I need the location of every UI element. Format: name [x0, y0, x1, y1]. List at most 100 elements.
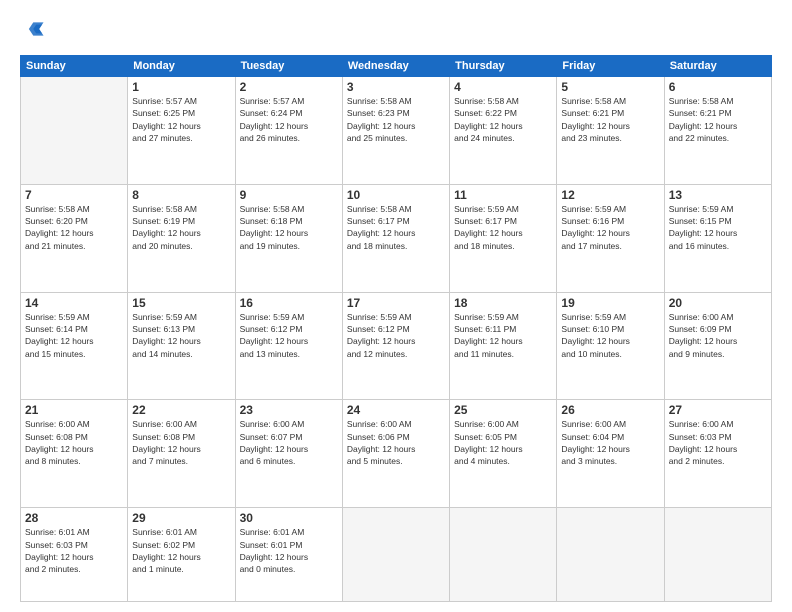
calendar-cell [342, 508, 449, 602]
day-info: Sunrise: 5:59 AM Sunset: 6:14 PM Dayligh… [25, 311, 123, 360]
calendar-cell: 3Sunrise: 5:58 AM Sunset: 6:23 PM Daylig… [342, 77, 449, 185]
day-number: 3 [347, 80, 445, 94]
calendar-week-1: 1Sunrise: 5:57 AM Sunset: 6:25 PM Daylig… [21, 77, 772, 185]
day-info: Sunrise: 6:00 AM Sunset: 6:03 PM Dayligh… [669, 418, 767, 467]
calendar-cell: 21Sunrise: 6:00 AM Sunset: 6:08 PM Dayli… [21, 400, 128, 508]
day-info: Sunrise: 5:57 AM Sunset: 6:25 PM Dayligh… [132, 95, 230, 144]
calendar-cell: 26Sunrise: 6:00 AM Sunset: 6:04 PM Dayli… [557, 400, 664, 508]
day-number: 26 [561, 403, 659, 417]
day-number: 9 [240, 188, 338, 202]
calendar-cell: 13Sunrise: 5:59 AM Sunset: 6:15 PM Dayli… [664, 184, 771, 292]
day-number: 29 [132, 511, 230, 525]
calendar-cell: 11Sunrise: 5:59 AM Sunset: 6:17 PM Dayli… [450, 184, 557, 292]
col-header-friday: Friday [557, 56, 664, 77]
day-number: 13 [669, 188, 767, 202]
day-number: 22 [132, 403, 230, 417]
day-number: 4 [454, 80, 552, 94]
day-number: 24 [347, 403, 445, 417]
calendar-cell [21, 77, 128, 185]
col-header-sunday: Sunday [21, 56, 128, 77]
calendar-cell: 5Sunrise: 5:58 AM Sunset: 6:21 PM Daylig… [557, 77, 664, 185]
calendar-week-2: 7Sunrise: 5:58 AM Sunset: 6:20 PM Daylig… [21, 184, 772, 292]
day-number: 17 [347, 296, 445, 310]
day-number: 8 [132, 188, 230, 202]
day-number: 1 [132, 80, 230, 94]
calendar-cell: 27Sunrise: 6:00 AM Sunset: 6:03 PM Dayli… [664, 400, 771, 508]
day-number: 2 [240, 80, 338, 94]
day-info: Sunrise: 6:00 AM Sunset: 6:07 PM Dayligh… [240, 418, 338, 467]
day-number: 12 [561, 188, 659, 202]
day-number: 23 [240, 403, 338, 417]
calendar-cell: 14Sunrise: 5:59 AM Sunset: 6:14 PM Dayli… [21, 292, 128, 400]
calendar-cell: 7Sunrise: 5:58 AM Sunset: 6:20 PM Daylig… [21, 184, 128, 292]
calendar-cell: 24Sunrise: 6:00 AM Sunset: 6:06 PM Dayli… [342, 400, 449, 508]
day-info: Sunrise: 5:59 AM Sunset: 6:11 PM Dayligh… [454, 311, 552, 360]
day-info: Sunrise: 5:57 AM Sunset: 6:24 PM Dayligh… [240, 95, 338, 144]
calendar-cell: 29Sunrise: 6:01 AM Sunset: 6:02 PM Dayli… [128, 508, 235, 602]
day-number: 6 [669, 80, 767, 94]
day-number: 15 [132, 296, 230, 310]
calendar-table: SundayMondayTuesdayWednesdayThursdayFrid… [20, 55, 772, 602]
logo [20, 18, 47, 45]
calendar-cell: 10Sunrise: 5:58 AM Sunset: 6:17 PM Dayli… [342, 184, 449, 292]
day-info: Sunrise: 5:58 AM Sunset: 6:19 PM Dayligh… [132, 203, 230, 252]
col-header-wednesday: Wednesday [342, 56, 449, 77]
calendar-cell: 22Sunrise: 6:00 AM Sunset: 6:08 PM Dayli… [128, 400, 235, 508]
day-info: Sunrise: 6:00 AM Sunset: 6:04 PM Dayligh… [561, 418, 659, 467]
day-number: 20 [669, 296, 767, 310]
day-number: 14 [25, 296, 123, 310]
day-info: Sunrise: 5:59 AM Sunset: 6:15 PM Dayligh… [669, 203, 767, 252]
day-info: Sunrise: 6:01 AM Sunset: 6:01 PM Dayligh… [240, 526, 338, 575]
day-info: Sunrise: 5:59 AM Sunset: 6:13 PM Dayligh… [132, 311, 230, 360]
day-number: 11 [454, 188, 552, 202]
day-info: Sunrise: 5:59 AM Sunset: 6:12 PM Dayligh… [240, 311, 338, 360]
day-info: Sunrise: 6:00 AM Sunset: 6:08 PM Dayligh… [25, 418, 123, 467]
calendar-cell: 4Sunrise: 5:58 AM Sunset: 6:22 PM Daylig… [450, 77, 557, 185]
day-info: Sunrise: 5:58 AM Sunset: 6:21 PM Dayligh… [561, 95, 659, 144]
calendar-header-row: SundayMondayTuesdayWednesdayThursdayFrid… [21, 56, 772, 77]
day-number: 30 [240, 511, 338, 525]
day-number: 27 [669, 403, 767, 417]
calendar-cell: 9Sunrise: 5:58 AM Sunset: 6:18 PM Daylig… [235, 184, 342, 292]
day-number: 19 [561, 296, 659, 310]
col-header-thursday: Thursday [450, 56, 557, 77]
day-number: 21 [25, 403, 123, 417]
day-info: Sunrise: 5:59 AM Sunset: 6:17 PM Dayligh… [454, 203, 552, 252]
day-info: Sunrise: 6:00 AM Sunset: 6:09 PM Dayligh… [669, 311, 767, 360]
calendar-cell [557, 508, 664, 602]
day-number: 25 [454, 403, 552, 417]
calendar-week-3: 14Sunrise: 5:59 AM Sunset: 6:14 PM Dayli… [21, 292, 772, 400]
day-number: 7 [25, 188, 123, 202]
calendar-cell: 15Sunrise: 5:59 AM Sunset: 6:13 PM Dayli… [128, 292, 235, 400]
day-info: Sunrise: 5:59 AM Sunset: 6:12 PM Dayligh… [347, 311, 445, 360]
day-info: Sunrise: 6:00 AM Sunset: 6:05 PM Dayligh… [454, 418, 552, 467]
day-number: 10 [347, 188, 445, 202]
day-info: Sunrise: 5:58 AM Sunset: 6:18 PM Dayligh… [240, 203, 338, 252]
calendar-week-5: 28Sunrise: 6:01 AM Sunset: 6:03 PM Dayli… [21, 508, 772, 602]
calendar-cell: 16Sunrise: 5:59 AM Sunset: 6:12 PM Dayli… [235, 292, 342, 400]
calendar-cell [664, 508, 771, 602]
calendar-cell: 25Sunrise: 6:00 AM Sunset: 6:05 PM Dayli… [450, 400, 557, 508]
day-info: Sunrise: 5:59 AM Sunset: 6:16 PM Dayligh… [561, 203, 659, 252]
day-info: Sunrise: 6:01 AM Sunset: 6:02 PM Dayligh… [132, 526, 230, 575]
day-number: 28 [25, 511, 123, 525]
calendar-cell: 8Sunrise: 5:58 AM Sunset: 6:19 PM Daylig… [128, 184, 235, 292]
day-number: 5 [561, 80, 659, 94]
day-info: Sunrise: 5:59 AM Sunset: 6:10 PM Dayligh… [561, 311, 659, 360]
day-info: Sunrise: 5:58 AM Sunset: 6:22 PM Dayligh… [454, 95, 552, 144]
calendar-page: SundayMondayTuesdayWednesdayThursdayFrid… [0, 0, 792, 612]
day-info: Sunrise: 6:01 AM Sunset: 6:03 PM Dayligh… [25, 526, 123, 575]
calendar-cell: 6Sunrise: 5:58 AM Sunset: 6:21 PM Daylig… [664, 77, 771, 185]
day-info: Sunrise: 5:58 AM Sunset: 6:21 PM Dayligh… [669, 95, 767, 144]
calendar-cell: 23Sunrise: 6:00 AM Sunset: 6:07 PM Dayli… [235, 400, 342, 508]
calendar-cell: 30Sunrise: 6:01 AM Sunset: 6:01 PM Dayli… [235, 508, 342, 602]
day-info: Sunrise: 5:58 AM Sunset: 6:17 PM Dayligh… [347, 203, 445, 252]
day-info: Sunrise: 6:00 AM Sunset: 6:06 PM Dayligh… [347, 418, 445, 467]
calendar-cell: 2Sunrise: 5:57 AM Sunset: 6:24 PM Daylig… [235, 77, 342, 185]
calendar-cell [450, 508, 557, 602]
calendar-cell: 12Sunrise: 5:59 AM Sunset: 6:16 PM Dayli… [557, 184, 664, 292]
day-number: 18 [454, 296, 552, 310]
day-number: 16 [240, 296, 338, 310]
header [20, 18, 772, 45]
calendar-week-4: 21Sunrise: 6:00 AM Sunset: 6:08 PM Dayli… [21, 400, 772, 508]
